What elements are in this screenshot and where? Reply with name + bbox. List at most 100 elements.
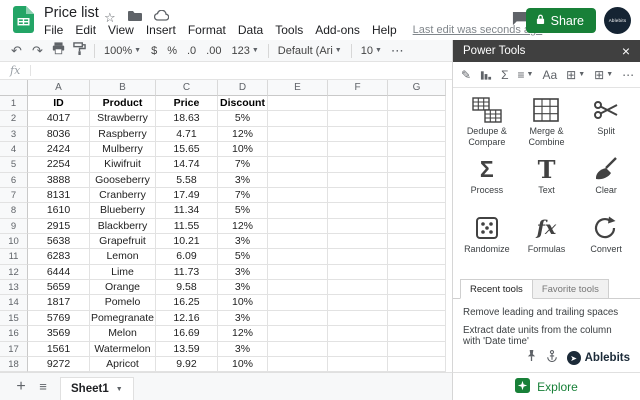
cell-B2[interactable]: Strawberry <box>90 111 156 126</box>
font-family-select[interactable]: Default (Ari ▼ <box>273 45 347 57</box>
cell-A10[interactable]: 5638 <box>28 234 90 249</box>
menu-format[interactable]: Format <box>182 22 232 38</box>
tab-recent-tools[interactable]: Recent tools <box>460 279 533 299</box>
cell-F1[interactable] <box>328 96 388 111</box>
cell-B15[interactable]: Pomegranate <box>90 311 156 326</box>
cell-D11[interactable]: 5% <box>218 249 268 264</box>
cell-D12[interactable]: 3% <box>218 265 268 280</box>
undo-icon[interactable]: ↶ <box>6 41 27 61</box>
column-header-G[interactable]: G <box>388 80 446 96</box>
cell-B13[interactable]: Orange <box>90 280 156 295</box>
cell-B3[interactable]: Raspberry <box>90 127 156 142</box>
print-icon[interactable] <box>48 41 69 61</box>
cell-F18[interactable] <box>328 357 388 372</box>
cell-G7[interactable] <box>388 188 446 203</box>
cell-D5[interactable]: 7% <box>218 157 268 172</box>
cell-C3[interactable]: 4.71 <box>156 127 218 142</box>
pin-icon[interactable] <box>526 349 537 367</box>
tool-split[interactable]: Split <box>576 94 636 153</box>
cell-G17[interactable] <box>388 342 446 357</box>
tab-favorite-tools[interactable]: Favorite tools <box>533 279 609 299</box>
cell-E8[interactable] <box>268 203 328 218</box>
cell-A3[interactable]: 8036 <box>28 127 90 142</box>
menu-edit[interactable]: Edit <box>69 22 102 38</box>
account-avatar[interactable]: Ablebits <box>604 7 631 34</box>
cell-E10[interactable] <box>268 234 328 249</box>
number-format-button[interactable]: 123▼ <box>226 45 263 57</box>
recent-tool-item[interactable]: Extract date units from the column with … <box>453 319 640 348</box>
cell-F11[interactable] <box>328 249 388 264</box>
cell-B8[interactable]: Blueberry <box>90 203 156 218</box>
ablebits-logo[interactable]: ➤ Ablebits <box>567 351 630 365</box>
cell-C12[interactable]: 11.73 <box>156 265 218 280</box>
cell-A14[interactable]: 1817 <box>28 295 90 310</box>
cell-G4[interactable] <box>388 142 446 157</box>
row-header-15[interactable]: 15 <box>0 311 28 326</box>
cell-E17[interactable] <box>268 342 328 357</box>
paint-format-icon[interactable] <box>69 41 90 61</box>
cell-C6[interactable]: 5.58 <box>156 173 218 188</box>
cell-A1[interactable]: ID <box>28 96 90 111</box>
row-header-4[interactable]: 4 <box>0 142 28 157</box>
zoom-select[interactable]: 100% ▼ <box>99 45 146 57</box>
increase-decimals-button[interactable]: .00 <box>201 45 226 57</box>
explore-bar[interactable]: Explore <box>452 372 640 400</box>
cell-A13[interactable]: 5659 <box>28 280 90 295</box>
row-header-18[interactable]: 18 <box>0 357 28 372</box>
font-size-select[interactable]: 10 ▼ <box>356 45 387 57</box>
more-tools-icon[interactable]: ⋯ <box>618 66 638 84</box>
column-header-E[interactable]: E <box>268 80 328 96</box>
cell-E13[interactable] <box>268 280 328 295</box>
cell-G11[interactable] <box>388 249 446 264</box>
cell-A7[interactable]: 8131 <box>28 188 90 203</box>
cell-E11[interactable] <box>268 249 328 264</box>
chart-tool-icon[interactable] <box>476 67 496 83</box>
cell-C2[interactable]: 18.63 <box>156 111 218 126</box>
cell-F2[interactable] <box>328 111 388 126</box>
cell-C18[interactable]: 9.92 <box>156 357 218 372</box>
cell-E14[interactable] <box>268 295 328 310</box>
menu-file[interactable]: File <box>38 22 69 38</box>
cell-G6[interactable] <box>388 173 446 188</box>
cell-F12[interactable] <box>328 265 388 280</box>
cell-E12[interactable] <box>268 265 328 280</box>
sheets-logo-icon[interactable] <box>13 6 34 38</box>
decrease-decimals-button[interactable]: .0 <box>182 45 201 57</box>
cell-E1[interactable] <box>268 96 328 111</box>
cell-D2[interactable]: 5% <box>218 111 268 126</box>
cell-C17[interactable]: 13.59 <box>156 342 218 357</box>
pencil-tool-icon[interactable]: ✎ <box>457 66 475 84</box>
row-header-13[interactable]: 13 <box>0 280 28 295</box>
redo-icon[interactable]: ↷ <box>27 41 48 61</box>
table-tool-icon[interactable]: ⊞▼ <box>590 66 617 84</box>
cell-G12[interactable] <box>388 265 446 280</box>
cell-A17[interactable]: 1561 <box>28 342 90 357</box>
row-header-3[interactable]: 3 <box>0 127 28 142</box>
cell-B16[interactable]: Melon <box>90 326 156 341</box>
row-header-14[interactable]: 14 <box>0 295 28 310</box>
cell-D16[interactable]: 12% <box>218 326 268 341</box>
cell-F10[interactable] <box>328 234 388 249</box>
tool-dedupe-compare[interactable]: Dedupe & Compare <box>457 94 517 153</box>
cell-F16[interactable] <box>328 326 388 341</box>
tool-randomize[interactable]: Randomize <box>457 212 517 271</box>
cell-G15[interactable] <box>388 311 446 326</box>
cell-F13[interactable] <box>328 280 388 295</box>
case-tool-icon[interactable]: Aa <box>538 66 561 84</box>
cell-E16[interactable] <box>268 326 328 341</box>
currency-format-button[interactable]: $ <box>146 45 162 57</box>
cell-C1[interactable]: Price <box>156 96 218 111</box>
cell-C8[interactable]: 11.34 <box>156 203 218 218</box>
row-header-5[interactable]: 5 <box>0 157 28 172</box>
cell-E7[interactable] <box>268 188 328 203</box>
menu-add-ons[interactable]: Add-ons <box>309 22 366 38</box>
cell-C5[interactable]: 14.74 <box>156 157 218 172</box>
cell-A2[interactable]: 4017 <box>28 111 90 126</box>
row-header-8[interactable]: 8 <box>0 203 28 218</box>
cell-C14[interactable]: 16.25 <box>156 295 218 310</box>
cell-D17[interactable]: 3% <box>218 342 268 357</box>
cell-F5[interactable] <box>328 157 388 172</box>
cell-B5[interactable]: Kiwifruit <box>90 157 156 172</box>
cell-B1[interactable]: Product <box>90 96 156 111</box>
cell-G10[interactable] <box>388 234 446 249</box>
